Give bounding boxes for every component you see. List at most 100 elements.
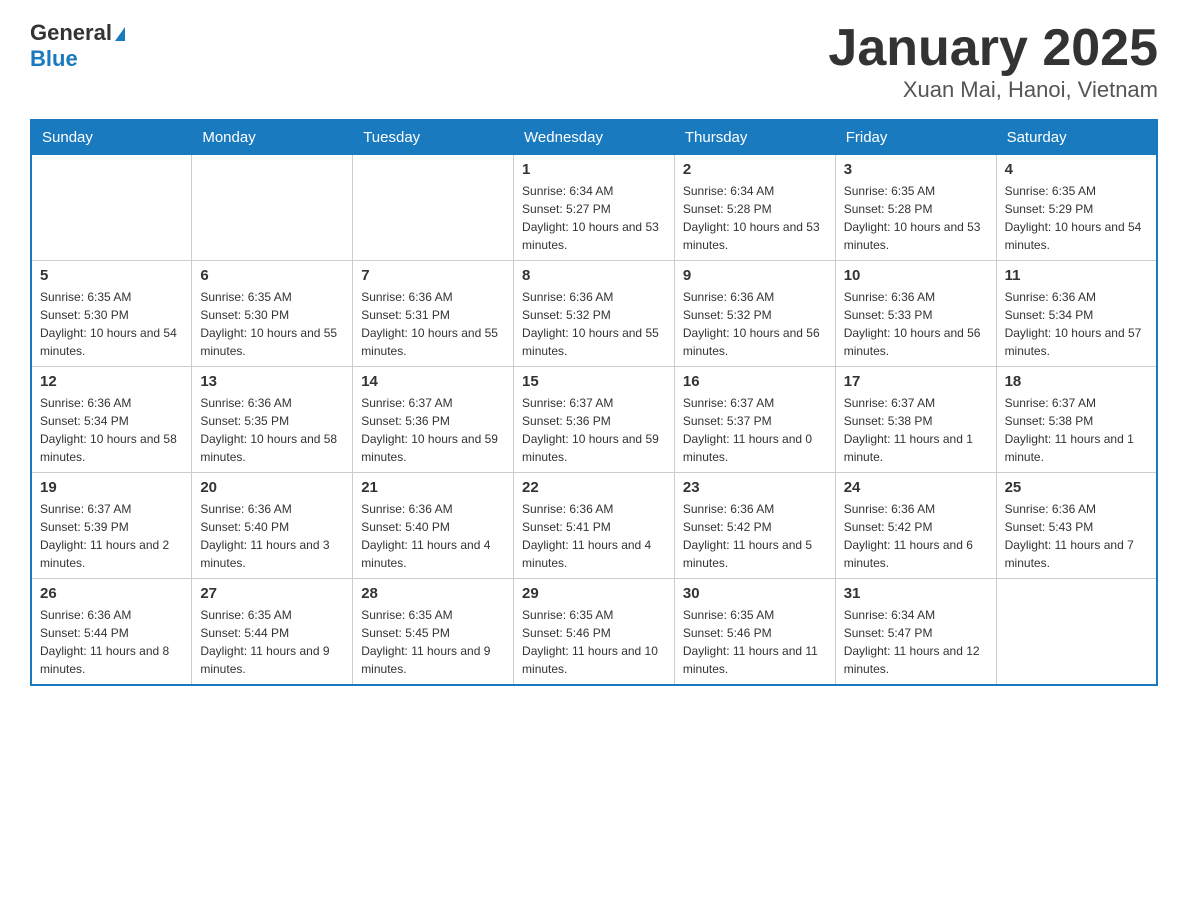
day-number: 3 — [844, 161, 988, 178]
calendar-cell: 8Sunrise: 6:36 AM Sunset: 5:32 PM Daylig… — [514, 261, 675, 367]
calendar-cell: 24 Sunrise: 6:36 AM Sunset: 5:42 PM Dayli… — [835, 473, 996, 579]
calendar-cell: 12 Sunrise: 6:36 AM Sunset: 5:34 PM Dayli… — [31, 367, 192, 473]
day-info: Sunrise: 6:36 AM Sunset: 5:31 PM Dayligh… — [361, 288, 505, 360]
day-info: Sunrise: 6:36 AM Sunset: 5:33 PM Dayligh… — [844, 288, 988, 360]
calendar-cell: 10 Sunrise: 6:36 AM Sunset: 5:33 PM Dayli… — [835, 261, 996, 367]
day-number: 31 — [844, 585, 988, 602]
day-number: 15 — [522, 373, 666, 390]
calendar-cell — [996, 579, 1157, 686]
calendar-cell: 29 Sunrise: 6:35 AM Sunset: 5:46 PM Dayli… — [514, 579, 675, 686]
day-number: 1 — [522, 161, 666, 178]
day-info: Sunrise: 6:35 AM Sunset: 5:46 PM Dayligh… — [522, 606, 666, 678]
calendar-cell — [353, 155, 514, 261]
day-number: 30 — [683, 585, 827, 602]
calendar-week-row: 12 Sunrise: 6:36 AM Sunset: 5:34 PM Dayli… — [31, 367, 1157, 473]
day-info: Sunrise: 6:36 AM Sunset: 5:42 PM Dayligh… — [844, 500, 988, 572]
day-info: Sunrise: 6:35 AM Sunset: 5:46 PM Dayligh… — [683, 606, 827, 678]
calendar-cell: 6Sunrise: 6:35 AM Sunset: 5:30 PM Daylig… — [192, 261, 353, 367]
calendar-table: SundayMondayTuesdayWednesdayThursdayFrid… — [30, 119, 1158, 686]
day-header-friday: Friday — [835, 120, 996, 155]
day-info: Sunrise: 6:35 AM Sunset: 5:28 PM Dayligh… — [844, 182, 988, 254]
calendar-cell: 18 Sunrise: 6:37 AM Sunset: 5:38 PM Dayli… — [996, 367, 1157, 473]
day-info: Sunrise: 6:36 AM Sunset: 5:32 PM Dayligh… — [522, 288, 666, 360]
day-info: Sunrise: 6:37 AM Sunset: 5:38 PM Dayligh… — [1005, 394, 1148, 466]
day-info: Sunrise: 6:36 AM Sunset: 5:43 PM Dayligh… — [1005, 500, 1148, 572]
calendar-cell: 16 Sunrise: 6:37 AM Sunset: 5:37 PM Dayli… — [674, 367, 835, 473]
day-info: Sunrise: 6:34 AM Sunset: 5:27 PM Dayligh… — [522, 182, 666, 254]
calendar-week-row: 5 Sunrise: 6:35 AM Sunset: 5:30 PM Daylig… — [31, 261, 1157, 367]
day-header-monday: Monday — [192, 120, 353, 155]
calendar-cell: 28Sunrise: 6:35 AM Sunset: 5:45 PM Dayli… — [353, 579, 514, 686]
calendar-cell: 30 Sunrise: 6:35 AM Sunset: 5:46 PM Dayli… — [674, 579, 835, 686]
logo-general-text: General — [30, 20, 112, 45]
day-info: Sunrise: 6:34 AM Sunset: 5:47 PM Dayligh… — [844, 606, 988, 678]
day-number: 22 — [522, 479, 666, 496]
day-number: 2 — [683, 161, 827, 178]
day-info: Sunrise: 6:36 AM Sunset: 5:35 PM Dayligh… — [200, 394, 344, 466]
day-number: 25 — [1005, 479, 1148, 496]
day-info: Sunrise: 6:37 AM Sunset: 5:38 PM Dayligh… — [844, 394, 988, 466]
day-info: Sunrise: 6:35 AM Sunset: 5:29 PM Dayligh… — [1005, 182, 1148, 254]
calendar-cell: 15 Sunrise: 6:37 AM Sunset: 5:36 PM Dayli… — [514, 367, 675, 473]
calendar-title: January 2025 — [828, 20, 1158, 77]
day-number: 17 — [844, 373, 988, 390]
day-number: 24 — [844, 479, 988, 496]
day-info: Sunrise: 6:37 AM Sunset: 5:37 PM Dayligh… — [683, 394, 827, 466]
day-number: 19 — [40, 479, 183, 496]
day-number: 16 — [683, 373, 827, 390]
day-info: Sunrise: 6:35 AM Sunset: 5:30 PM Dayligh… — [200, 288, 344, 360]
calendar-cell — [192, 155, 353, 261]
day-number: 27 — [200, 585, 344, 602]
day-info: Sunrise: 6:35 AM Sunset: 5:30 PM Dayligh… — [40, 288, 183, 360]
day-number: 23 — [683, 479, 827, 496]
day-info: Sunrise: 6:36 AM Sunset: 5:34 PM Dayligh… — [40, 394, 183, 466]
day-number: 21 — [361, 479, 505, 496]
day-info: Sunrise: 6:36 AM Sunset: 5:44 PM Dayligh… — [40, 606, 183, 678]
day-number: 12 — [40, 373, 183, 390]
day-info: Sunrise: 6:36 AM Sunset: 5:40 PM Dayligh… — [361, 500, 505, 572]
day-header-wednesday: Wednesday — [514, 120, 675, 155]
day-info: Sunrise: 6:37 AM Sunset: 5:36 PM Dayligh… — [361, 394, 505, 466]
calendar-cell: 17 Sunrise: 6:37 AM Sunset: 5:38 PM Dayli… — [835, 367, 996, 473]
calendar-week-row: 26Sunrise: 6:36 AM Sunset: 5:44 PM Dayli… — [31, 579, 1157, 686]
calendar-cell: 9Sunrise: 6:36 AM Sunset: 5:32 PM Daylig… — [674, 261, 835, 367]
day-number: 29 — [522, 585, 666, 602]
day-header-sunday: Sunday — [31, 120, 192, 155]
day-number: 7 — [361, 267, 505, 284]
day-info: Sunrise: 6:36 AM Sunset: 5:32 PM Dayligh… — [683, 288, 827, 360]
calendar-cell: 22 Sunrise: 6:36 AM Sunset: 5:41 PM Dayli… — [514, 473, 675, 579]
page-header: General Blue January 2025 Xuan Mai, Hano… — [30, 20, 1158, 103]
day-info: Sunrise: 6:36 AM Sunset: 5:34 PM Dayligh… — [1005, 288, 1148, 360]
calendar-cell: 21 Sunrise: 6:36 AM Sunset: 5:40 PM Dayli… — [353, 473, 514, 579]
day-info: Sunrise: 6:36 AM Sunset: 5:40 PM Dayligh… — [200, 500, 344, 572]
day-info: Sunrise: 6:36 AM Sunset: 5:42 PM Dayligh… — [683, 500, 827, 572]
day-info: Sunrise: 6:37 AM Sunset: 5:36 PM Dayligh… — [522, 394, 666, 466]
calendar-cell: 13 Sunrise: 6:36 AM Sunset: 5:35 PM Dayli… — [192, 367, 353, 473]
day-number: 13 — [200, 373, 344, 390]
day-info: Sunrise: 6:35 AM Sunset: 5:44 PM Dayligh… — [200, 606, 344, 678]
logo: General Blue — [30, 20, 125, 73]
calendar-cell: 5 Sunrise: 6:35 AM Sunset: 5:30 PM Daylig… — [31, 261, 192, 367]
day-number: 5 — [40, 267, 183, 284]
calendar-cell: 4Sunrise: 6:35 AM Sunset: 5:29 PM Daylig… — [996, 155, 1157, 261]
day-info: Sunrise: 6:37 AM Sunset: 5:39 PM Dayligh… — [40, 500, 183, 572]
day-info: Sunrise: 6:34 AM Sunset: 5:28 PM Dayligh… — [683, 182, 827, 254]
calendar-cell: 19 Sunrise: 6:37 AM Sunset: 5:39 PM Dayli… — [31, 473, 192, 579]
day-number: 14 — [361, 373, 505, 390]
calendar-cell: 11 Sunrise: 6:36 AM Sunset: 5:34 PM Dayli… — [996, 261, 1157, 367]
calendar-cell: 26Sunrise: 6:36 AM Sunset: 5:44 PM Dayli… — [31, 579, 192, 686]
day-number: 18 — [1005, 373, 1148, 390]
day-number: 28 — [361, 585, 505, 602]
calendar-cell: 23 Sunrise: 6:36 AM Sunset: 5:42 PM Dayli… — [674, 473, 835, 579]
day-info: Sunrise: 6:36 AM Sunset: 5:41 PM Dayligh… — [522, 500, 666, 572]
calendar-subtitle: Xuan Mai, Hanoi, Vietnam — [828, 77, 1158, 103]
calendar-week-row: 19 Sunrise: 6:37 AM Sunset: 5:39 PM Dayli… — [31, 473, 1157, 579]
day-number: 11 — [1005, 267, 1148, 284]
day-number: 10 — [844, 267, 988, 284]
calendar-week-row: 1 Sunrise: 6:34 AM Sunset: 5:27 PM Daylig… — [31, 155, 1157, 261]
calendar-cell: 7 Sunrise: 6:36 AM Sunset: 5:31 PM Daylig… — [353, 261, 514, 367]
calendar-cell: 27 Sunrise: 6:35 AM Sunset: 5:44 PM Dayli… — [192, 579, 353, 686]
calendar-header-row: SundayMondayTuesdayWednesdayThursdayFrid… — [31, 120, 1157, 155]
calendar-cell: 20Sunrise: 6:36 AM Sunset: 5:40 PM Dayli… — [192, 473, 353, 579]
logo-triangle-icon — [115, 27, 125, 41]
